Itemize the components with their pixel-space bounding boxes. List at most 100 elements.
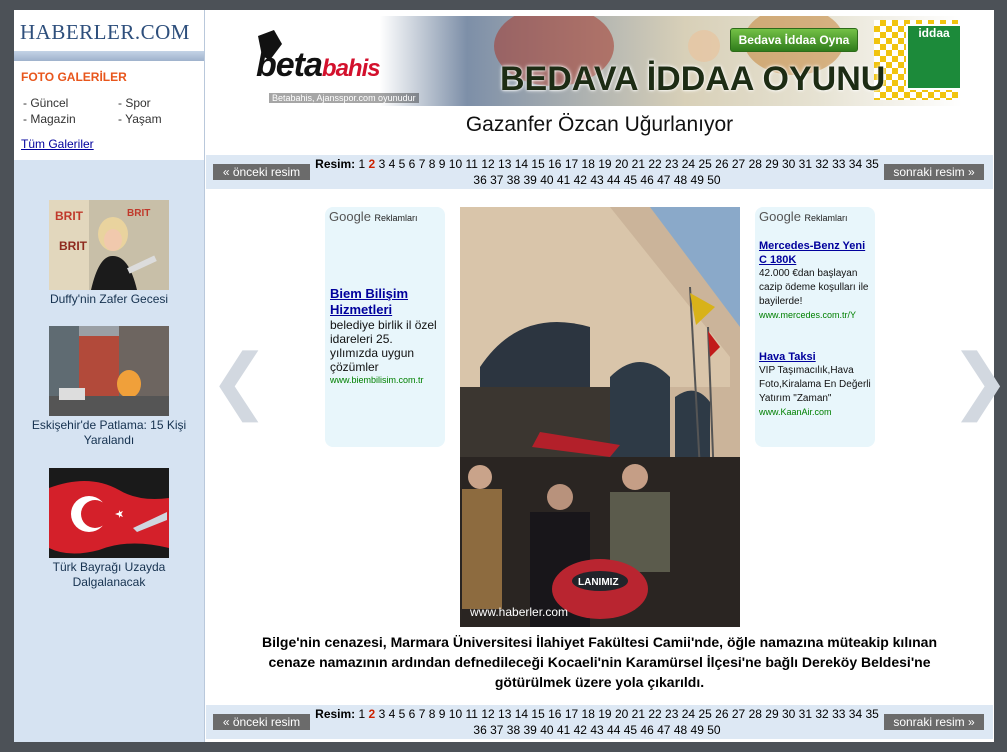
page-number-link[interactable]: 28 [749,157,762,171]
page-number-link[interactable]: 2 [369,707,376,721]
gallery-link-magazin[interactable]: - Magazin [23,112,76,126]
page-number-link[interactable]: 10 [449,157,462,171]
next-arrow-icon[interactable]: ❯ [950,344,1007,416]
page-number-link[interactable]: 48 [674,723,687,737]
page-number-link[interactable]: 50 [707,173,720,187]
thumb-image[interactable]: BRIT BRIT BRIT [49,200,169,290]
page-number-link[interactable]: 15 [531,157,544,171]
page-number-link[interactable]: 16 [548,157,561,171]
page-number-link[interactable]: 4 [389,707,396,721]
page-number-link[interactable]: 47 [657,173,670,187]
page-number-link[interactable]: 29 [765,157,778,171]
page-number-link[interactable]: 23 [665,157,678,171]
page-number-link[interactable]: 23 [665,707,678,721]
page-number-link[interactable]: 38 [507,723,520,737]
page-number-link[interactable]: 6 [409,157,416,171]
gallery-link-yasam[interactable]: - Yaşam [118,112,162,126]
page-number-link[interactable]: 17 [565,707,578,721]
page-number-link[interactable]: 7 [419,157,426,171]
page-number-link[interactable]: 19 [598,157,611,171]
page-number-link[interactable]: 14 [515,157,528,171]
page-number-link[interactable]: 38 [507,173,520,187]
ad-link[interactable]: Mercedes-Benz Yeni C 180K [759,239,873,267]
page-number-link[interactable]: 24 [682,157,695,171]
page-number-link[interactable]: 48 [674,173,687,187]
page-number-link[interactable]: 47 [657,723,670,737]
next-image-button[interactable]: sonraki resim » [884,164,984,180]
page-number-link[interactable]: 2 [369,157,376,171]
page-number-link[interactable]: 33 [832,707,845,721]
page-number-link[interactable]: 8 [429,157,436,171]
gallery-thumb-eskisehir[interactable]: Eskişehir'de Patlama: 15 Kişi Yaralandı [14,326,204,448]
page-number-link[interactable]: 30 [782,707,795,721]
ad-url[interactable]: www.mercedes.com.tr/Y [759,309,873,322]
page-number-link[interactable]: 27 [732,157,745,171]
ad-link[interactable]: Biem Bilişim Hizmetleri [330,286,442,318]
ad-url[interactable]: www.KaanAir.com [759,406,873,419]
page-number-link[interactable]: 20 [615,707,628,721]
page-number-link[interactable]: 11 [466,157,478,171]
page-number-link[interactable]: 25 [698,157,711,171]
page-number-link[interactable]: 41 [557,173,570,187]
page-number-link[interactable]: 1 [359,157,366,171]
page-number-link[interactable]: 32 [815,707,828,721]
gallery-link-spor[interactable]: - Spor [118,96,151,110]
thumb-caption[interactable]: Eskişehir'de Patlama: 15 Kişi Yaralandı [14,418,204,448]
page-number-link[interactable]: 18 [582,707,595,721]
page-number-link[interactable]: 19 [598,707,611,721]
page-number-link[interactable]: 22 [648,157,661,171]
page-number-link[interactable]: 5 [399,157,406,171]
page-number-link[interactable]: 9 [439,157,446,171]
page-number-link[interactable]: 36 [473,173,486,187]
page-number-link[interactable]: 44 [607,173,620,187]
gallery-link-guncel[interactable]: - Güncel [23,96,68,110]
page-number-link[interactable]: 31 [799,707,812,721]
page-number-link[interactable]: 24 [682,707,695,721]
page-number-link[interactable]: 26 [715,157,728,171]
page-number-link[interactable]: 44 [607,723,620,737]
page-number-link[interactable]: 5 [399,707,406,721]
page-number-link[interactable]: 12 [481,157,494,171]
prev-arrow-icon[interactable]: ❮ [209,344,269,416]
page-number-link[interactable]: 28 [749,707,762,721]
ad-url[interactable]: www.biembilisim.com.tr [330,374,442,387]
prev-image-button[interactable]: « önceki resim [213,714,310,730]
page-number-link[interactable]: 34 [849,707,862,721]
page-number-link[interactable]: 13 [498,707,511,721]
page-number-link[interactable]: 40 [540,173,553,187]
thumb-image[interactable] [49,326,169,416]
page-number-link[interactable]: 15 [531,707,544,721]
page-number-link[interactable]: 46 [640,173,653,187]
page-number-link[interactable]: 18 [582,157,595,171]
page-number-link[interactable]: 39 [524,723,537,737]
page-number-link[interactable]: 16 [548,707,561,721]
page-number-link[interactable]: 46 [640,723,653,737]
main-photo[interactable]: LANIMIZ www.haberler.com [460,207,740,627]
page-number-link[interactable]: 41 [557,723,570,737]
page-number-link[interactable]: 43 [590,173,603,187]
page-number-link[interactable]: 21 [632,707,645,721]
page-number-link[interactable]: 49 [691,173,704,187]
page-number-link[interactable]: 36 [473,723,486,737]
page-number-link[interactable]: 14 [515,707,528,721]
ad-banner[interactable]: iddaa betabahis BEDAVA İDDAA OYUNU Bedav… [234,16,962,106]
page-number-link[interactable]: 4 [389,157,396,171]
next-image-button[interactable]: sonraki resim » [884,714,984,730]
page-number-link[interactable]: 9 [439,707,446,721]
site-logo[interactable]: HABERLER.COM [20,20,204,44]
page-number-link[interactable]: 17 [565,157,578,171]
page-number-link[interactable]: 45 [624,723,637,737]
page-number-link[interactable]: 49 [691,723,704,737]
page-number-link[interactable]: 1 [359,707,366,721]
prev-image-button[interactable]: « önceki resim [213,164,310,180]
banner-cta-button[interactable]: Bedava İddaa Oyna [730,28,858,52]
page-number-link[interactable]: 43 [590,723,603,737]
page-number-link[interactable]: 37 [490,723,503,737]
page-number-link[interactable]: 30 [782,157,795,171]
page-number-link[interactable]: 37 [490,173,503,187]
page-number-link[interactable]: 3 [379,707,386,721]
page-number-link[interactable]: 12 [481,707,494,721]
page-number-link[interactable]: 32 [815,157,828,171]
page-number-link[interactable]: 21 [632,157,645,171]
gallery-thumb-bayrak[interactable]: Türk Bayrağı Uzayda Dalgalanacak [14,468,204,590]
